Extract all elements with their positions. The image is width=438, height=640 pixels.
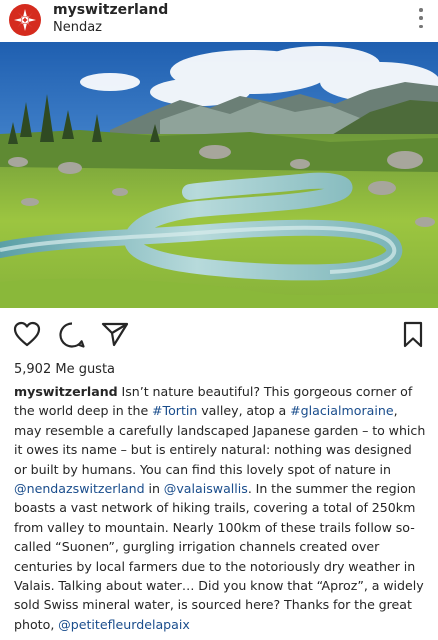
like-count[interactable]: 5,902 Me gusta (14, 362, 115, 377)
more-options-icon[interactable] (418, 8, 424, 28)
post-header: myswitzerland Nendaz (0, 0, 438, 42)
mention-link[interactable]: @nendazswitzerland (14, 481, 145, 496)
avatar[interactable] (9, 4, 41, 36)
bookmark-icon[interactable] (402, 321, 424, 349)
caption-text: in (144, 481, 164, 497)
comment-icon[interactable] (58, 321, 86, 349)
action-bar (0, 312, 438, 358)
username[interactable]: myswitzerland (53, 2, 168, 18)
send-icon[interactable] (101, 321, 129, 347)
landscape-photo (0, 42, 438, 308)
mention-link[interactable]: @petitefleurdelapaix (58, 617, 190, 632)
mention-link[interactable]: @valaiswallis (164, 481, 248, 496)
post-photo[interactable] (0, 42, 438, 308)
hashtag-link[interactable]: #glacialmoraine (290, 403, 394, 418)
caption-username[interactable]: myswitzerland (14, 384, 118, 399)
caption-text: valley, atop a (197, 403, 291, 419)
post-caption: myswitzerland Isn’t nature beautiful? Th… (14, 382, 426, 634)
location[interactable]: Nendaz (53, 20, 102, 35)
hashtag-link[interactable]: #Tortin (152, 403, 197, 418)
switzerland-star-logo-icon (14, 9, 36, 31)
heart-icon[interactable] (13, 321, 41, 347)
caption-text: . In the summer the region boasts a vast… (14, 481, 424, 632)
